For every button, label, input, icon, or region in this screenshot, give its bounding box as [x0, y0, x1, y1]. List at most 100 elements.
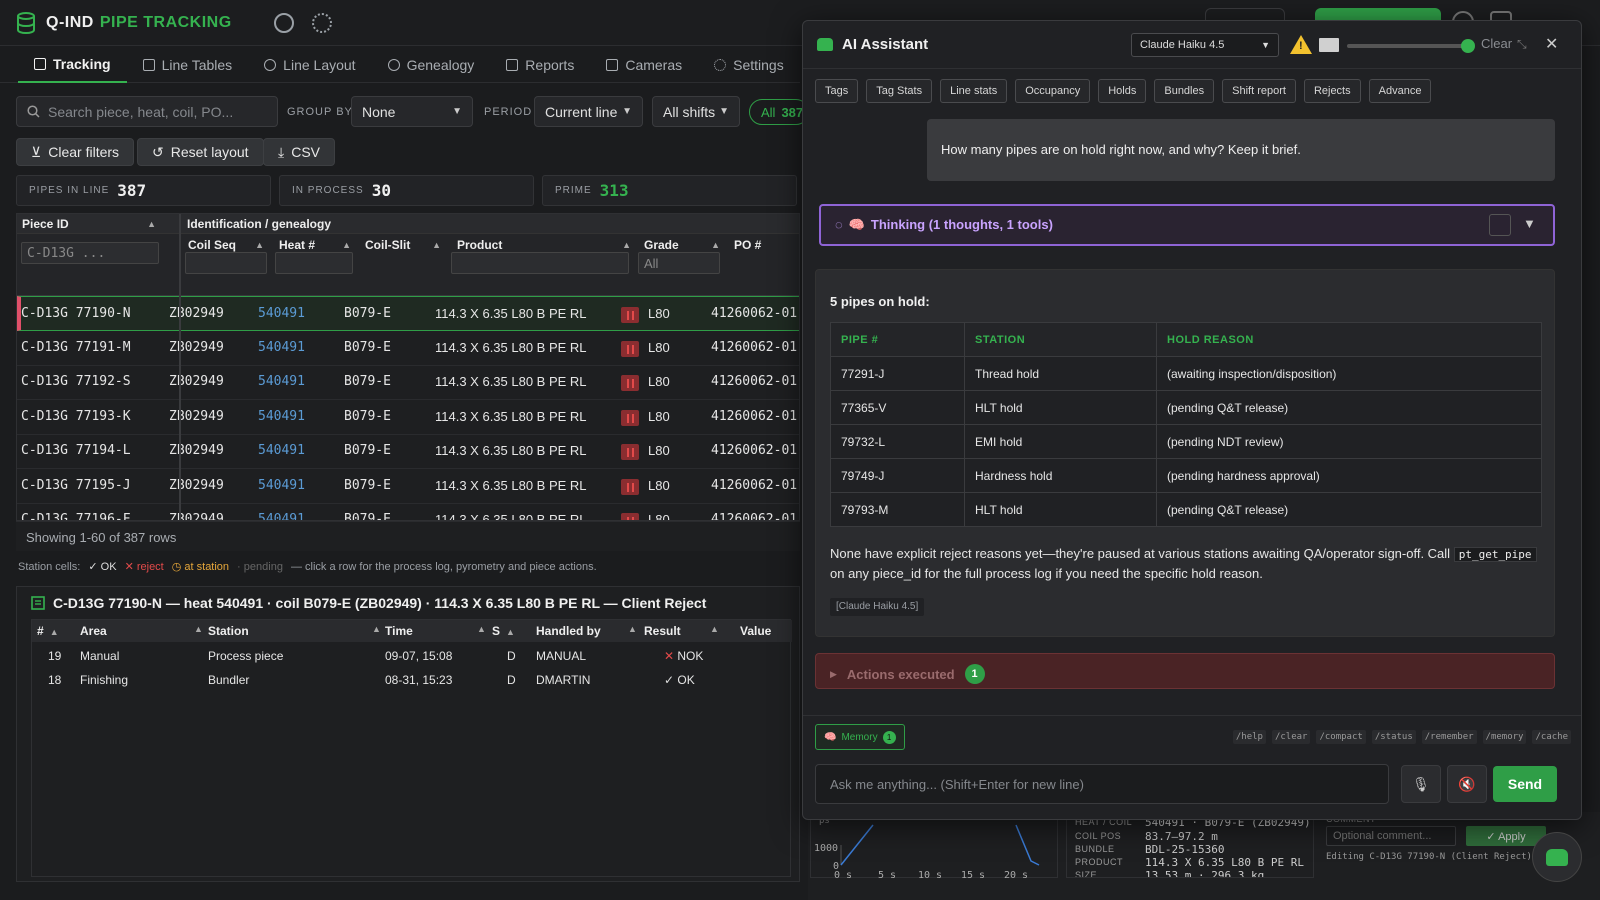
- tab-cameras[interactable]: Cameras: [590, 47, 698, 83]
- model-select[interactable]: Claude Haiku 4.5 ▼: [1131, 33, 1279, 57]
- slider-knob[interactable]: [1461, 39, 1475, 53]
- product-filter[interactable]: [451, 252, 629, 274]
- quick-tag-button[interactable]: Rejects: [1303, 79, 1361, 103]
- warning-icon[interactable]: !: [1290, 35, 1312, 54]
- heat-cell[interactable]: 540491: [258, 306, 305, 321]
- gear-icon[interactable]: [312, 13, 332, 33]
- col-group-piece-id[interactable]: Piece ID ▲: [22, 217, 162, 231]
- copy-icon[interactable]: [1489, 214, 1511, 236]
- apply-button[interactable]: ✓ Apply: [1466, 826, 1546, 846]
- shifts-select[interactable]: All shifts ▼: [652, 96, 740, 127]
- table-row[interactable]: C-D13G 77193-K ZB02949 540491 B079-E 114.3 X…: [17, 400, 799, 435]
- quick-tag-button[interactable]: Advance: [1368, 79, 1432, 103]
- thinking-block[interactable]: ◌ 🧠 Thinking (1 thoughts, 1 tools) ▼: [819, 204, 1555, 246]
- table-row[interactable]: C-D13G 77192-S ZB02949 540491 B079-E 114.3 X…: [17, 365, 799, 400]
- tab-genealogy[interactable]: Genealogy: [372, 47, 491, 83]
- assistant-fab[interactable]: [1532, 832, 1582, 882]
- tab-line-tables[interactable]: Line Tables: [127, 47, 249, 83]
- mute-button[interactable]: 🔇: [1447, 765, 1487, 803]
- send-button[interactable]: Send: [1493, 766, 1557, 802]
- col-coil-slit[interactable]: Coil-Slit ▲: [365, 238, 447, 252]
- grade-status-icon: [621, 409, 639, 426]
- coil-seq-cell: ZB02949: [169, 443, 224, 458]
- memory-button[interactable]: 🧠 Memory 1: [815, 724, 905, 750]
- comment-input[interactable]: [1326, 826, 1456, 846]
- col-number[interactable]: # ▲: [37, 624, 59, 638]
- table-row[interactable]: C-D13G 77191-M ZB02949 540491 B079-E 114.3 X…: [17, 331, 799, 366]
- hold-reason-cell: (pending hardness approval): [1156, 458, 1542, 493]
- table-row[interactable]: C-D13G 77196-F ZB02949 540491 B079-E 114.3 X…: [17, 503, 799, 520]
- slash-command[interactable]: /memory: [1482, 730, 1527, 744]
- col-coil-seq[interactable]: Coil Seq ▲: [188, 238, 270, 252]
- mail-icon[interactable]: [1319, 38, 1339, 52]
- hold-station-cell: HLT hold: [964, 390, 1157, 425]
- slash-command[interactable]: /help: [1232, 730, 1266, 744]
- table-row[interactable]: C-D13G 77195-J ZB02949 540491 B079-E 114.3 X…: [17, 469, 799, 504]
- microphone-button[interactable]: 🎙: [1401, 765, 1441, 803]
- col-value[interactable]: Value: [740, 624, 771, 638]
- col-handled-by[interactable]: Handled by ▲: [536, 624, 637, 638]
- col-po[interactable]: PO #: [734, 238, 761, 252]
- expand-icon[interactable]: ⤡: [1517, 37, 1527, 52]
- col-station[interactable]: Station ▲: [208, 624, 381, 638]
- col-grade[interactable]: Grade ▲: [644, 238, 726, 252]
- col-result[interactable]: Result ▲: [644, 624, 724, 638]
- table-row[interactable]: C-D13G 77194-L ZB02949 540491 B079-E 114.3 X…: [17, 434, 799, 469]
- heat-cell[interactable]: 540491: [258, 478, 305, 493]
- grade-cell: L80: [648, 374, 670, 389]
- col-area[interactable]: Area ▲: [80, 624, 203, 638]
- clear-chat-button[interactable]: Clear: [1481, 36, 1512, 51]
- grade-cell: L80: [648, 306, 670, 321]
- period-select[interactable]: Current line ▼: [534, 96, 643, 127]
- slash-command[interactable]: /clear: [1271, 730, 1311, 744]
- clear-filters-button[interactable]: ⊻ Clear filters: [16, 138, 135, 166]
- process-log-row[interactable]: 19 Manual Process piece 09-07, 15:08 D MANUAL…: [32, 644, 792, 668]
- tab-reports[interactable]: Reports: [490, 47, 590, 83]
- quick-tag-button[interactable]: Holds: [1098, 79, 1147, 103]
- slash-command[interactable]: /status: [1371, 730, 1416, 744]
- all-filter-pill[interactable]: All 387: [749, 99, 809, 125]
- slash-command[interactable]: /cache: [1532, 730, 1571, 744]
- reset-layout-button[interactable]: ↺ Reset layout: [137, 138, 264, 166]
- tab-tracking[interactable]: Tracking: [18, 47, 127, 83]
- col-time[interactable]: Time ▲: [385, 624, 486, 638]
- heat-cell[interactable]: 540491: [258, 512, 305, 520]
- download-icon: ⤓: [278, 143, 285, 160]
- group-by-select[interactable]: None ▼: [351, 96, 473, 127]
- coil-seq-filter[interactable]: [185, 252, 267, 274]
- heat-cell[interactable]: 540491: [258, 443, 305, 458]
- chat-input[interactable]: [815, 764, 1389, 804]
- quick-tag-button[interactable]: Bundles: [1154, 79, 1215, 103]
- quick-tag-button[interactable]: Occupancy: [1015, 79, 1091, 103]
- grade-filter[interactable]: All: [638, 252, 720, 274]
- process-log-row[interactable]: 18 Finishing Bundler 08-31, 15:23 D DMARTIN ✓ …: [32, 668, 792, 692]
- volume-slider[interactable]: [1347, 39, 1475, 53]
- stat-prime: PRIME 313: [542, 175, 797, 206]
- po-cell: 41260062-01: [711, 477, 798, 493]
- quick-tag-button[interactable]: Line stats: [940, 79, 1008, 103]
- quick-tag-button[interactable]: Tags: [815, 79, 859, 103]
- answer-footer: None have explicit reject reasons yet—th…: [830, 544, 1542, 583]
- heat-filter[interactable]: [275, 252, 353, 274]
- slash-command[interactable]: /compact: [1316, 730, 1366, 744]
- search-input[interactable]: [48, 103, 268, 120]
- csv-button[interactable]: ⤓ CSV: [263, 138, 335, 166]
- col-product[interactable]: Product ▲: [457, 238, 637, 252]
- actions-executed[interactable]: ▶ Actions executed 1: [815, 653, 1555, 689]
- quick-tag-button[interactable]: Tag Stats: [866, 79, 933, 103]
- quick-tag-button[interactable]: Shift report: [1222, 79, 1296, 103]
- tab-line-layout[interactable]: Line Layout: [248, 47, 371, 83]
- col-heat[interactable]: Heat # ▲: [279, 238, 357, 252]
- sort-icon: ▲: [372, 624, 381, 634]
- piece-id-filter[interactable]: C-D13G ...: [21, 242, 159, 264]
- close-icon[interactable]: ✕: [1545, 34, 1558, 54]
- heat-cell[interactable]: 540491: [258, 374, 305, 389]
- globe-icon[interactable]: [274, 13, 294, 33]
- heat-cell[interactable]: 540491: [258, 340, 305, 355]
- collapse-icon[interactable]: ▼: [1523, 216, 1536, 231]
- heat-cell[interactable]: 540491: [258, 409, 305, 424]
- tab-settings[interactable]: Settings: [698, 47, 800, 83]
- slash-command[interactable]: /remember: [1421, 730, 1477, 744]
- table-row[interactable]: C-D13G 77190-N ZB02949 540491 B079-E 114.3 X…: [17, 296, 799, 331]
- col-s[interactable]: S ▲: [492, 624, 515, 638]
